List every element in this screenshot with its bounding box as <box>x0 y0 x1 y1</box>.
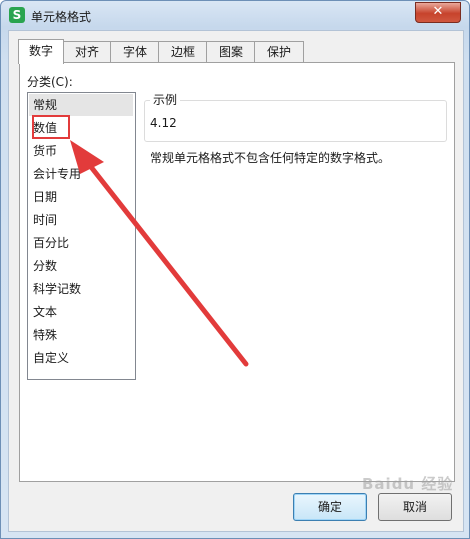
baidu-watermark: Baidu 经验 <box>362 475 454 493</box>
category-item-general[interactable]: 常规 <box>29 94 133 116</box>
category-item-time[interactable]: 时间 <box>29 209 133 231</box>
title-bar[interactable]: S 单元格格式 ✕ <box>1 1 469 29</box>
dialog-window: S 单元格格式 ✕ 数字 对齐 字体 边框 图案 保护 分类(C): 常规 数值… <box>0 0 470 539</box>
sample-groupbox <box>144 100 447 142</box>
category-item-accounting[interactable]: 会计专用 <box>29 163 133 185</box>
category-item-date[interactable]: 日期 <box>29 186 133 208</box>
tab-border[interactable]: 边框 <box>158 41 208 63</box>
dialog-title: 单元格格式 <box>31 10 92 24</box>
cancel-button[interactable]: 取消 <box>378 493 452 521</box>
dialog-body: 数字 对齐 字体 边框 图案 保护 分类(C): 常规 数值 货币 会计专用 日… <box>8 30 464 532</box>
category-item-text[interactable]: 文本 <box>29 301 133 323</box>
tab-pattern[interactable]: 图案 <box>206 41 256 63</box>
tab-number[interactable]: 数字 <box>18 39 64 64</box>
tab-font[interactable]: 字体 <box>110 41 160 63</box>
tab-protection[interactable]: 保护 <box>254 41 304 63</box>
format-description: 常规单元格格式不包含任何特定的数字格式。 <box>150 151 391 165</box>
close-button[interactable]: ✕ <box>415 2 461 23</box>
ok-button[interactable]: 确定 <box>293 493 367 521</box>
category-item-custom[interactable]: 自定义 <box>29 347 133 369</box>
tab-alignment[interactable]: 对齐 <box>62 41 112 63</box>
category-item-percentage[interactable]: 百分比 <box>29 232 133 254</box>
category-list[interactable]: 常规 数值 货币 会计专用 日期 时间 百分比 分数 科学记数 文本 特殊 自定… <box>27 92 136 380</box>
category-item-fraction[interactable]: 分数 <box>29 255 133 277</box>
category-item-scientific[interactable]: 科学记数 <box>29 278 133 300</box>
sample-value: 4.12 <box>150 116 177 130</box>
number-tab-panel: 分类(C): 常规 数值 货币 会计专用 日期 时间 百分比 分数 科学记数 文… <box>19 62 455 482</box>
highlight-annotation-box <box>32 115 70 139</box>
wps-spreadsheet-icon: S <box>9 7 25 23</box>
category-label: 分类(C): <box>27 75 73 89</box>
category-item-currency[interactable]: 货币 <box>29 140 133 162</box>
sample-legend: 示例 <box>150 91 181 108</box>
category-item-special[interactable]: 特殊 <box>29 324 133 346</box>
